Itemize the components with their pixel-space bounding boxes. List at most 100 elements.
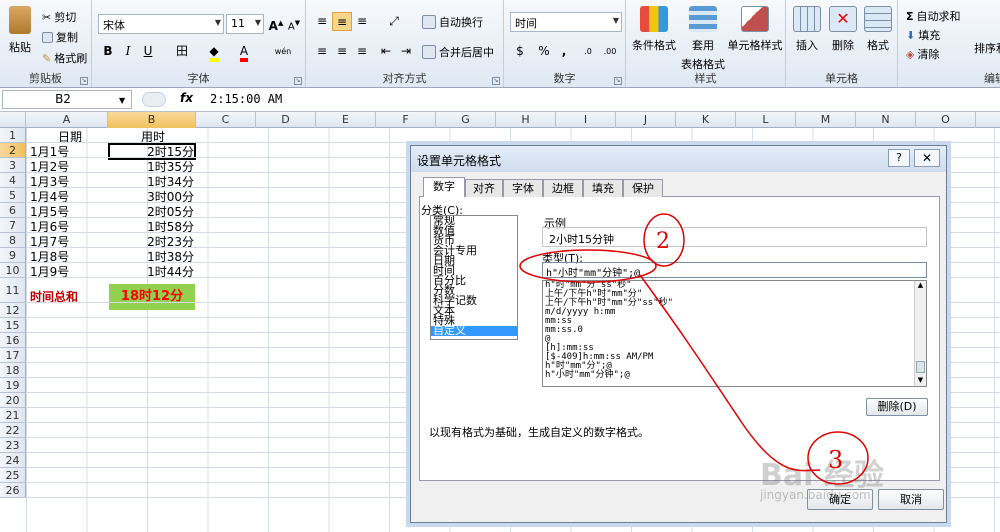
delete-button[interactable]: ✕ 删除 [826,6,860,53]
column-header-b[interactable]: B [108,112,196,128]
row-header-22[interactable]: 22 [0,423,26,438]
row-header-15[interactable]: 15 [0,318,26,333]
font-color-button[interactable]: A [234,42,254,62]
format-list-scrollbar[interactable]: ▲ ▼ [914,281,926,386]
font-launcher-icon[interactable]: ↘ [294,77,302,85]
column-header-o[interactable]: O [916,112,976,128]
orientation-icon[interactable]: ⤢ [384,12,404,31]
tab-0[interactable]: 数字 [423,177,465,197]
column-header-e[interactable]: E [316,112,376,128]
wrap-text-button[interactable]: 自动换行 [422,14,483,30]
total-label-cell[interactable]: 时间总和 [30,285,78,310]
row-header-9[interactable]: 9 [0,248,26,263]
percent-button[interactable]: % [534,42,554,61]
scroll-thumb[interactable] [916,361,925,373]
row-header-23[interactable]: 23 [0,438,26,453]
cancel-button[interactable]: 取消 [878,489,944,510]
tab-1[interactable]: 对齐 [465,179,503,197]
help-icon[interactable]: ? [888,149,910,167]
format-item[interactable]: mm:ss [543,317,926,326]
row-header-24[interactable]: 24 [0,453,26,468]
tab-2[interactable]: 字体 [503,179,543,197]
underline-button[interactable]: U [138,42,158,61]
format-item[interactable]: h"小时"mm"分钟";@ [543,371,926,380]
column-header-i[interactable]: I [556,112,616,128]
column-header-g[interactable]: G [436,112,496,128]
tab-4[interactable]: 填充 [583,179,623,197]
tab-3[interactable]: 边框 [543,179,583,197]
format-item[interactable]: @ [543,335,926,344]
cut-button[interactable]: ✂ 剪切 [42,9,76,25]
autosum-button[interactable]: Σ 自动求和 [906,8,961,24]
format-button[interactable]: 格式 [862,6,894,53]
merge-center-button[interactable]: 合并后居中 [422,44,494,60]
column-header-n[interactable]: N [856,112,916,128]
fill-button[interactable]: ⬇ 填充 [906,27,940,43]
format-item[interactable]: m/d/yyyy h:mm [543,308,926,317]
decrease-decimal-button[interactable]: .00 [600,42,620,61]
number-launcher-icon[interactable]: ↘ [614,77,622,85]
row-header-20[interactable]: 20 [0,393,26,408]
phonetic-button[interactable]: wén [270,42,296,61]
sort-filter-button[interactable]: 排序和 [974,40,1000,56]
decrease-indent-icon[interactable]: ⇤ [376,42,396,61]
bold-button[interactable]: B [98,42,118,61]
insert-function-icon[interactable]: fx [180,91,193,105]
name-box[interactable]: B2 ▼ [2,90,132,109]
formula-value[interactable]: 2:15:00 AM [210,92,282,106]
row-header-18[interactable]: 18 [0,363,26,378]
column-header-l[interactable]: L [736,112,796,128]
column-header-d[interactable]: D [256,112,316,128]
row-header-10[interactable]: 10 [0,263,26,278]
fill-color-button[interactable]: ◆ [204,42,224,62]
category-list[interactable]: 常规 数值 货币 会计专用 日期 时间 百分比 分数 科学记数 文本 特殊 自定义 [430,215,518,340]
row-header-4[interactable]: 4 [0,173,26,188]
format-painter-button[interactable]: ✎ 格式刷 [42,50,87,66]
clipboard-launcher-icon[interactable]: ↘ [80,77,88,85]
row-header-3[interactable]: 3 [0,158,26,173]
row-header-11[interactable]: 11 [0,278,26,303]
column-header-j[interactable]: J [616,112,676,128]
row-header-7[interactable]: 7 [0,218,26,233]
insert-button[interactable]: 插入 [790,6,824,53]
row-header-5[interactable]: 5 [0,188,26,203]
conditional-format-button[interactable]: 条件格式 [630,6,678,53]
font-size-combo[interactable]: 11 ▼ [226,14,264,34]
align-top-icon[interactable]: ≡ [312,12,332,31]
scroll-up-icon[interactable]: ▲ [915,281,926,291]
copy-button[interactable]: 复制 [42,29,78,45]
row-header-25[interactable]: 25 [0,468,26,483]
align-middle-icon[interactable]: ≡ [332,12,352,31]
tab-5[interactable]: 保护 [623,179,663,197]
comma-button[interactable]: , [554,42,574,61]
border-button[interactable]: 田 [172,42,192,61]
formula-expand-handle[interactable] [142,92,166,107]
row-header-17[interactable]: 17 [0,348,26,363]
type-input[interactable]: h"小时"mm"分钟";@ [542,262,927,279]
format-item[interactable]: mm:ss.0 [543,326,926,335]
row-header-6[interactable]: 6 [0,203,26,218]
delete-format-button[interactable]: 删除(D) [866,398,928,416]
row-header-8[interactable]: 8 [0,233,26,248]
align-right-icon[interactable]: ≡ [352,42,372,61]
grow-font-button[interactable]: A▲ [266,14,286,33]
close-icon[interactable]: ✕ [914,149,940,167]
column-header-a[interactable]: A [26,112,108,128]
column-header-c[interactable]: C [196,112,256,128]
number-format-combo[interactable]: 时间 ▼ [510,12,622,32]
row-header-1[interactable]: 1 [0,128,26,143]
column-header-f[interactable]: F [376,112,436,128]
category-item[interactable]: 自定义 [431,325,517,336]
shrink-font-button[interactable]: A▼ [284,14,304,33]
italic-button[interactable]: I [118,42,138,61]
row-header-16[interactable]: 16 [0,333,26,348]
cell-styles-button[interactable]: 单元格样式 [728,6,783,53]
format-list[interactable]: h"时"mm"分"ss"秒" 上午/下午h"时"mm"分" 上午/下午h"时"mm"… [542,280,927,387]
align-center-icon[interactable]: ≡ [332,42,352,61]
clear-button[interactable]: ◈ 清除 [906,46,939,62]
total-value-cell[interactable]: 18时12分 [109,284,195,310]
select-all-corner[interactable] [0,112,26,128]
row-header-21[interactable]: 21 [0,408,26,423]
alignment-launcher-icon[interactable]: ↘ [492,77,500,85]
currency-button[interactable]: $ [510,42,530,61]
